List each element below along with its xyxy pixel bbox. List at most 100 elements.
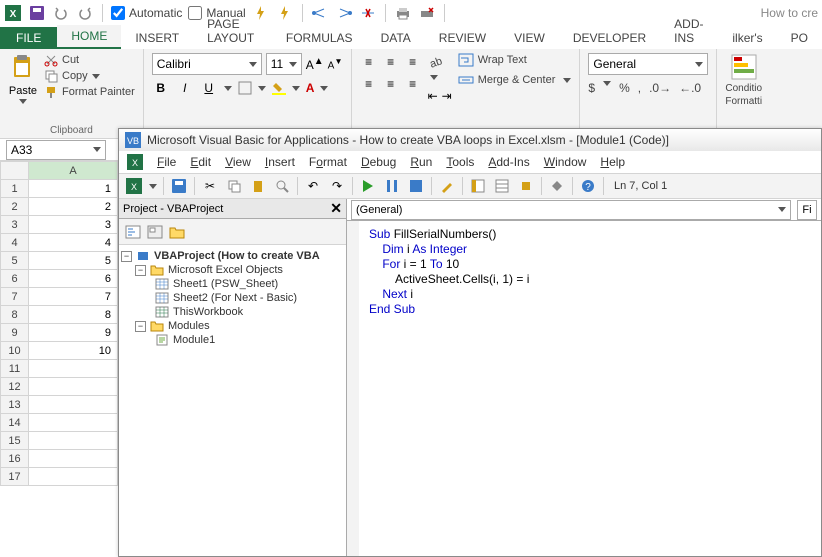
row-header[interactable]: 5 [1, 252, 29, 270]
excel-small-icon[interactable]: X [127, 154, 143, 170]
view-excel-icon[interactable]: X [125, 177, 143, 195]
cell[interactable]: 4 [29, 234, 118, 252]
align-center-icon[interactable]: ≡ [382, 75, 400, 93]
align-right-icon[interactable]: ≡ [404, 75, 422, 93]
code-editor[interactable]: Sub FillSerialNumbers() Dim i As Integer… [347, 221, 821, 556]
properties-icon[interactable] [493, 177, 511, 195]
view-object-icon[interactable] [147, 225, 163, 239]
align-bottom-icon[interactable]: ≡ [404, 53, 422, 71]
cell[interactable]: 10 [29, 342, 118, 360]
help-icon[interactable]: ? [579, 177, 597, 195]
align-left-icon[interactable]: ≡ [360, 75, 378, 93]
procedure-dropdown[interactable]: Fi [797, 200, 817, 220]
row-header[interactable]: 15 [1, 432, 29, 450]
paste-icon[interactable] [249, 177, 267, 195]
row-header[interactable]: 9 [1, 324, 29, 342]
tab-view[interactable]: VIEW [500, 27, 559, 49]
close-icon[interactable]: ✕ [330, 200, 342, 217]
border-button[interactable] [238, 81, 252, 95]
row-header[interactable]: 14 [1, 414, 29, 432]
tree-thisworkbook[interactable]: ThisWorkbook [173, 306, 243, 318]
align-middle-icon[interactable]: ≡ [382, 53, 400, 71]
column-header-a[interactable]: A [29, 162, 118, 180]
design-mode-icon[interactable] [438, 177, 456, 195]
row-header[interactable]: 13 [1, 396, 29, 414]
cell[interactable] [29, 468, 118, 486]
menu-window[interactable]: Window [544, 155, 587, 169]
object-dropdown[interactable]: (General) [351, 200, 791, 220]
decrease-decimal-icon[interactable]: ←.0 [679, 81, 701, 95]
row-header[interactable]: 16 [1, 450, 29, 468]
worksheet-grid[interactable]: A 112233445566778899101011121314151617 [0, 161, 118, 557]
tab-data[interactable]: DATA [367, 27, 425, 49]
tab-po[interactable]: PO [777, 27, 822, 49]
undo-icon[interactable]: ↶ [304, 177, 322, 195]
percent-button[interactable]: % [619, 81, 630, 95]
cell[interactable] [29, 360, 118, 378]
menu-run[interactable]: Run [410, 155, 432, 169]
row-header[interactable]: 1 [1, 180, 29, 198]
cell[interactable]: 3 [29, 216, 118, 234]
row-header[interactable]: 7 [1, 288, 29, 306]
orientation-button[interactable]: ab [428, 55, 452, 83]
conditional-formatting-button[interactable]: Conditio Formatti [725, 53, 762, 107]
cut-button[interactable]: Cut [44, 53, 135, 67]
save-icon[interactable] [170, 177, 188, 195]
cell[interactable] [29, 414, 118, 432]
menu-addins[interactable]: Add-Ins [488, 155, 529, 169]
row-header[interactable]: 4 [1, 234, 29, 252]
tree-sheet2[interactable]: Sheet2 (For Next - Basic) [173, 292, 297, 304]
row-header[interactable]: 12 [1, 378, 29, 396]
menu-insert[interactable]: Insert [265, 155, 295, 169]
automatic-checkbox[interactable]: Automatic [111, 6, 182, 20]
cell[interactable] [29, 396, 118, 414]
menu-debug[interactable]: Debug [361, 155, 396, 169]
cell[interactable]: 1 [29, 180, 118, 198]
tree-sheet1[interactable]: Sheet1 (PSW_Sheet) [173, 278, 278, 290]
decrease-font-icon[interactable]: A▼ [328, 56, 343, 71]
font-name-select[interactable]: Calibri [152, 53, 262, 75]
copy-button[interactable]: Copy [44, 69, 135, 83]
format-painter-button[interactable]: Format Painter [44, 85, 135, 99]
wrap-text-button[interactable]: Wrap Text [458, 53, 572, 67]
trace-precedents-icon[interactable] [311, 4, 329, 22]
bold-button[interactable]: B [152, 81, 170, 95]
break-icon[interactable] [383, 177, 401, 195]
cell[interactable] [29, 432, 118, 450]
project-tree[interactable]: −VBAProject (How to create VBA −Microsof… [119, 245, 346, 556]
tab-ilkers[interactable]: ilker's [718, 27, 776, 49]
cell[interactable]: 2 [29, 198, 118, 216]
row-header[interactable]: 8 [1, 306, 29, 324]
save-icon[interactable] [28, 4, 46, 22]
run-icon[interactable] [359, 177, 377, 195]
print-icon[interactable] [394, 4, 412, 22]
underline-button[interactable]: U [200, 81, 218, 95]
paste-button[interactable]: Paste [8, 53, 38, 123]
number-format-select[interactable]: General [588, 53, 708, 75]
font-size-select[interactable]: 11 [266, 53, 302, 75]
tab-insert[interactable]: INSERT [121, 27, 193, 49]
project-explorer-icon[interactable] [469, 177, 487, 195]
object-browser-icon[interactable] [517, 177, 535, 195]
cut-icon[interactable]: ✂ [201, 177, 219, 195]
menu-format[interactable]: Format [309, 155, 347, 169]
menu-edit[interactable]: Edit [190, 155, 211, 169]
cell[interactable]: 8 [29, 306, 118, 324]
decrease-indent-icon[interactable]: ⇤ [428, 89, 438, 103]
tab-formulas[interactable]: FORMULAS [272, 27, 367, 49]
fill-color-button[interactable] [272, 81, 286, 95]
row-header[interactable]: 10 [1, 342, 29, 360]
reset-icon[interactable] [407, 177, 425, 195]
menu-tools[interactable]: Tools [446, 155, 474, 169]
menu-view[interactable]: View [225, 155, 251, 169]
increase-indent-icon[interactable]: ⇥ [442, 89, 452, 103]
name-box[interactable]: A33 [6, 140, 106, 160]
folder-icon[interactable] [169, 225, 185, 239]
lightning-icon-2[interactable] [276, 4, 294, 22]
tab-page-layout[interactable]: PAGE LAYOUT [193, 13, 272, 49]
redo-icon[interactable] [76, 4, 94, 22]
align-top-icon[interactable]: ≡ [360, 53, 378, 71]
view-code-icon[interactable] [125, 225, 141, 239]
font-color-button[interactable]: A [306, 81, 315, 95]
tab-home[interactable]: HOME [57, 25, 121, 49]
